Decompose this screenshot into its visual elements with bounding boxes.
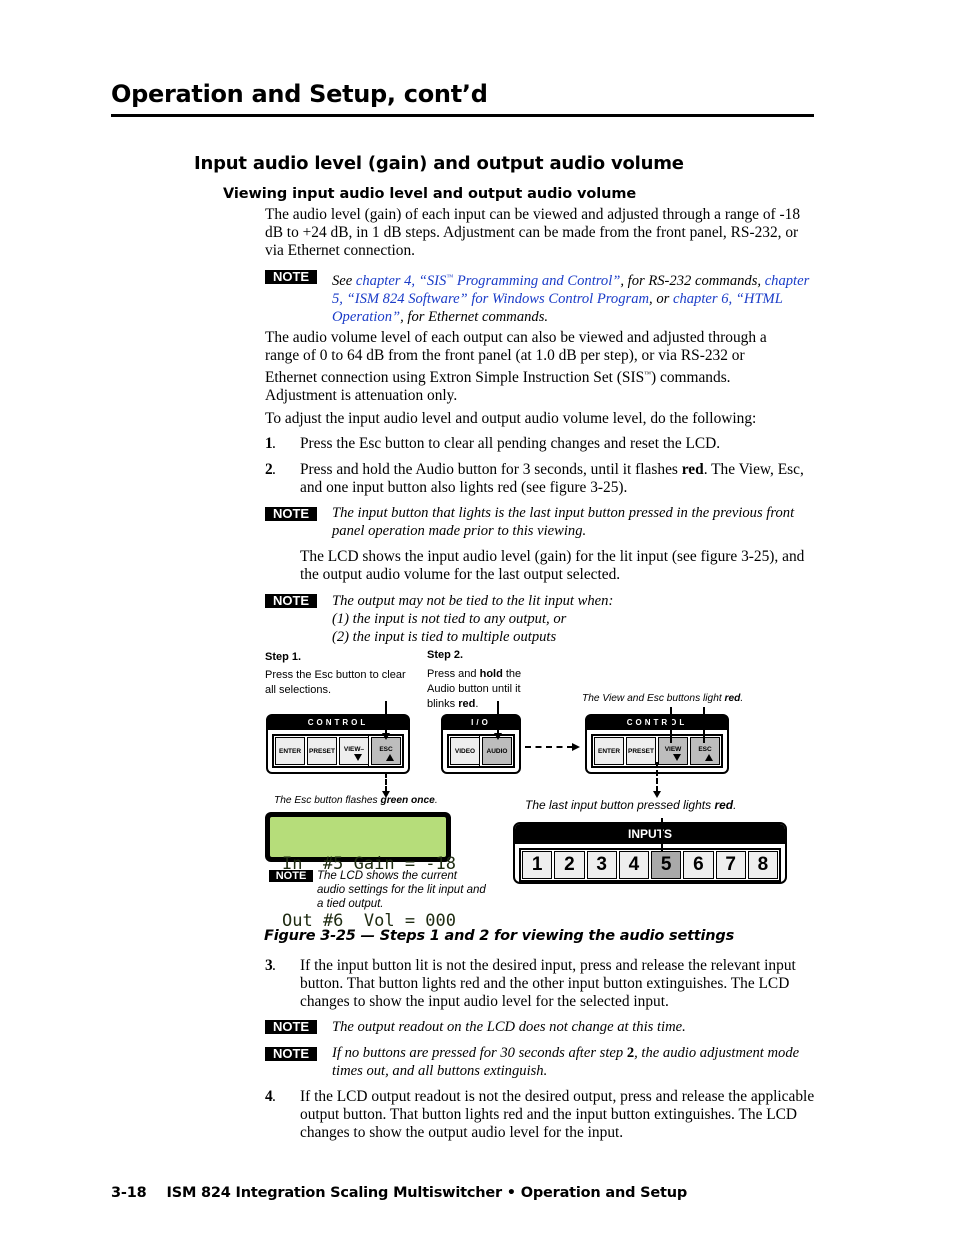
view-esc-caption: The View and Esc buttons light red. — [582, 693, 744, 704]
lcd-paragraph: The LCD shows the input audio level (gai… — [300, 548, 805, 583]
note-see: See — [332, 273, 356, 289]
callout-dashed-line — [656, 762, 658, 792]
down-arrow-icon — [673, 754, 681, 761]
subsection-title: Viewing input audio level and output aud… — [223, 186, 637, 202]
video-button[interactable]: VIDEO — [450, 737, 480, 765]
io-panel: I/O VIDEO AUDIO — [441, 714, 521, 774]
down-arrow-icon — [354, 754, 362, 761]
intro-paragraph: The audio level (gain) of each input can… — [265, 206, 801, 259]
input-button-5[interactable]: 5 — [651, 851, 682, 879]
panel-title: CONTROL — [587, 716, 727, 730]
callout-line — [703, 707, 705, 743]
step-text: Press the Esc button to clear all pendin… — [300, 435, 721, 452]
flow-dashed-line — [525, 746, 573, 748]
note-badge: NOTE — [265, 1020, 317, 1034]
up-arrow-icon — [705, 754, 713, 761]
figure-step1: Step 1. Press the Esc button to clear al… — [265, 651, 406, 696]
callout-line — [670, 707, 672, 743]
lcd-display: In #5 Gain = -18 Out #6 Vol = 000 — [265, 812, 456, 931]
footer-text: ISM 824 Integration Scaling Multiswitche… — [166, 1185, 688, 1201]
esc-button[interactable]: ESC — [690, 737, 720, 765]
note-badge: NOTE — [265, 594, 317, 608]
volume-paragraph: The audio volume level of each output ca… — [265, 329, 767, 404]
note-text: See chapter 4, “SIS™ Programming and Con… — [332, 273, 810, 325]
step-text: If the input button lit is not the desir… — [300, 957, 796, 1010]
input-button-1[interactable]: 1 — [522, 851, 553, 879]
esc-button[interactable]: ESC — [368, 734, 404, 768]
note-text: The output may not be tied to the lit in… — [332, 593, 614, 645]
note-text: The input button that lights is the last… — [332, 505, 795, 539]
control-panel-step1: CONTROL ENTER PRESET VIEW– ESC — [266, 714, 410, 774]
note-badge: NOTE — [265, 270, 317, 284]
page-number: 3-18 — [111, 1185, 147, 1201]
view-button[interactable]: VIEW– — [339, 737, 369, 765]
audio-button[interactable]: AUDIO — [479, 734, 515, 768]
step-text: Press and hold the Audio button for 3 se… — [300, 461, 804, 496]
input-button-6[interactable]: 6 — [683, 851, 714, 879]
inputs-panel: INPUTS 1 2 3 4 5 6 7 8 — [513, 822, 787, 884]
page-title: Operation and Setup, cont’d — [111, 80, 488, 108]
link-chapter-4[interactable]: chapter 4, “SIS™ Programming and Control… — [356, 273, 620, 289]
step-text: If the LCD output readout is not the des… — [300, 1088, 815, 1141]
input-button-2[interactable]: 2 — [554, 851, 585, 879]
input-button-7[interactable]: 7 — [715, 851, 746, 879]
procedure-intro: To adjust the input audio level and outp… — [265, 410, 757, 427]
section-title: Input audio level (gain) and output audi… — [194, 153, 684, 174]
note-badge: NOTE — [265, 1047, 317, 1061]
note-text: The output readout on the LCD does not c… — [332, 1019, 686, 1035]
figure-caption: Figure 3-25 — Steps 1 and 2 for viewing … — [264, 928, 735, 944]
page-footer: 3-18 ISM 824 Integration Scaling Multiswi… — [111, 1185, 687, 1201]
note-badge: NOTE — [269, 870, 313, 882]
up-arrow-icon — [386, 754, 394, 761]
note-text: If no buttons are pressed for 30 seconds… — [332, 1045, 800, 1079]
preset-button[interactable]: PRESET — [626, 737, 656, 765]
callout-line — [661, 818, 663, 852]
enter-button[interactable]: ENTER — [594, 737, 624, 765]
input-button-4[interactable]: 4 — [618, 851, 649, 879]
callout-line — [497, 701, 499, 734]
figure-step2: Step 2. Press and hold the Audio button … — [427, 649, 522, 710]
input-button-8[interactable]: 8 — [747, 851, 778, 879]
view-button[interactable]: VIEW — [658, 737, 688, 765]
lcd-note-text: The LCD shows the current audio settings… — [317, 870, 486, 910]
title-rule — [111, 114, 814, 117]
arrow-right-icon — [572, 743, 580, 751]
preset-button[interactable]: PRESET — [307, 737, 337, 765]
enter-button[interactable]: ENTER — [275, 737, 305, 765]
panel-title: INPUTS — [515, 824, 785, 844]
note-badge: NOTE — [265, 507, 317, 521]
panel-title: I/O — [443, 716, 519, 730]
arrow-down-icon — [494, 733, 502, 740]
arrow-down-icon — [382, 733, 390, 740]
callout-dashed-line — [385, 772, 387, 792]
arrow-down-icon — [653, 791, 661, 798]
esc-flash-caption: The Esc button flashes green once. — [274, 795, 438, 806]
input-button-3[interactable]: 3 — [586, 851, 617, 879]
last-input-caption: The last input button pressed lights red… — [525, 798, 737, 812]
callout-line — [385, 701, 387, 734]
panel-title: CONTROL — [268, 716, 408, 730]
